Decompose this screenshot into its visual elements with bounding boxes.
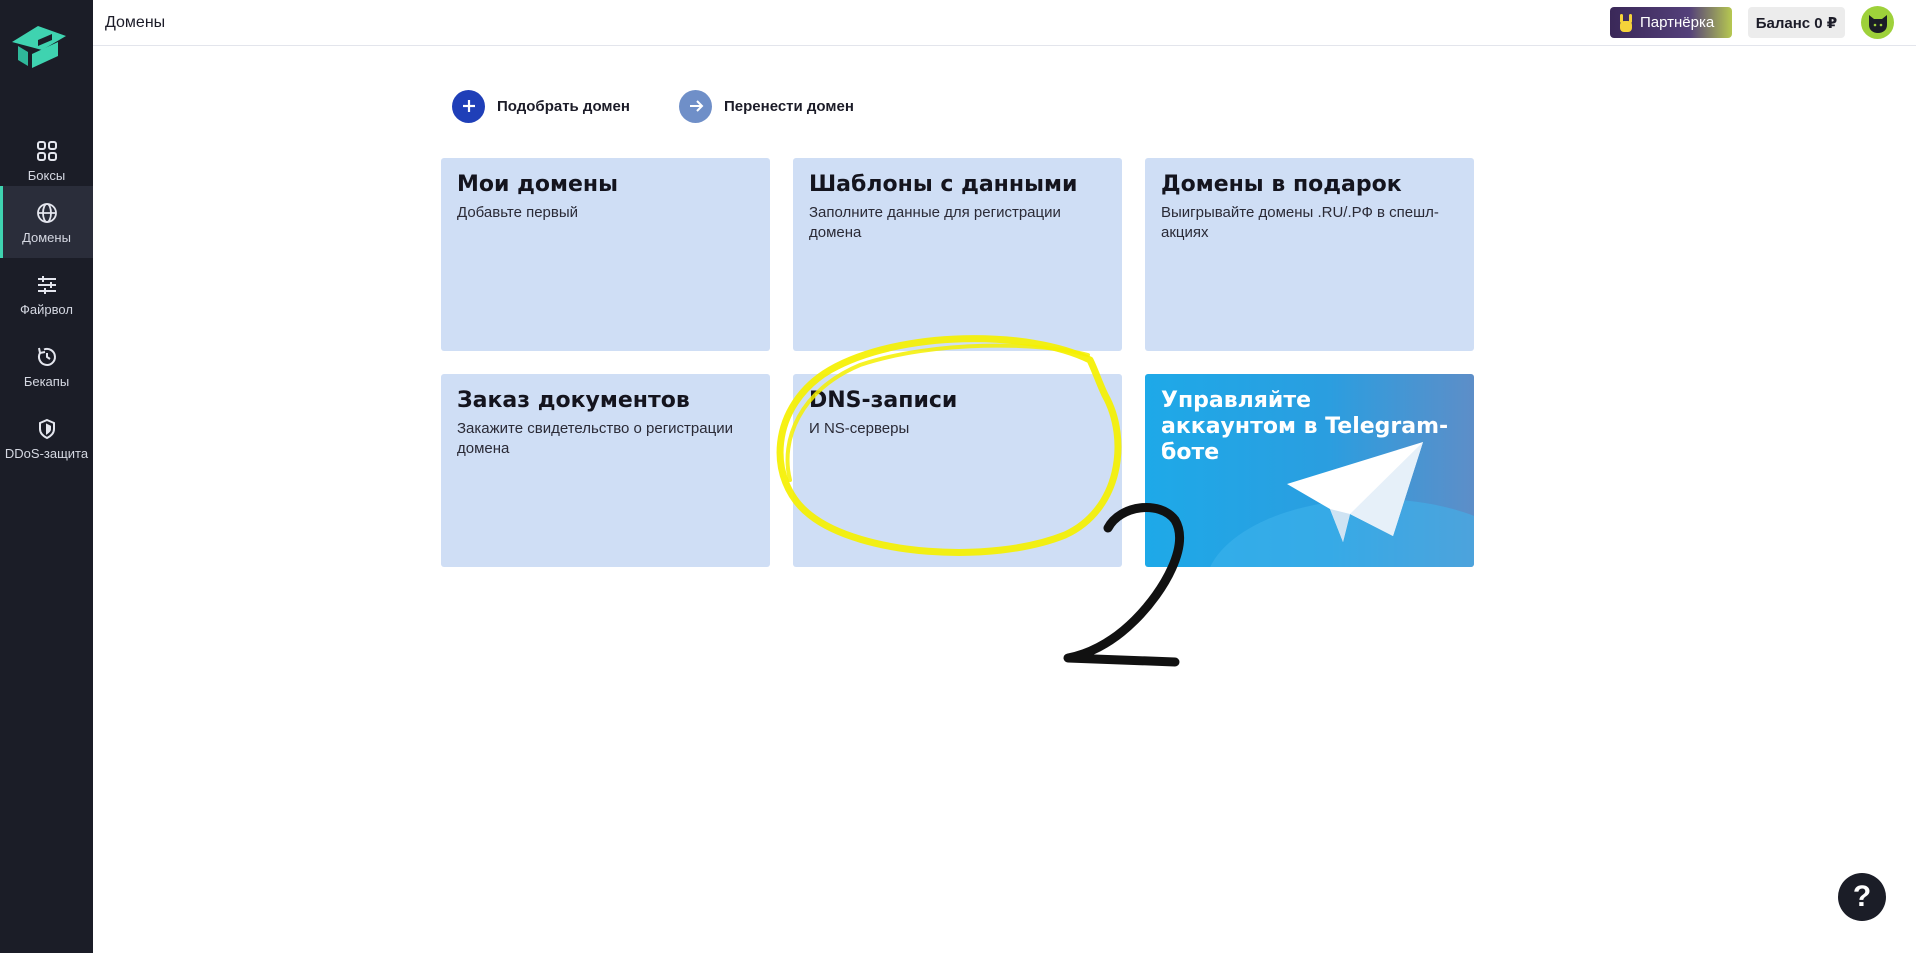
cat-avatar-icon bbox=[1868, 14, 1887, 33]
sidebar: Боксы Домены Файрвол Бекапы DDoS-защита bbox=[0, 0, 93, 953]
partner-button[interactable]: Партнёрка bbox=[1610, 7, 1732, 38]
card-title: Заказ документов bbox=[457, 388, 690, 413]
globe-icon bbox=[36, 203, 57, 223]
grid-icon bbox=[36, 141, 57, 161]
partner-label: Партнёрка bbox=[1640, 14, 1715, 31]
card-gift-domains[interactable]: Домены в подарок Выигрывайте домены .RU/… bbox=[1145, 158, 1474, 351]
transfer-domain-label: Перенести домен bbox=[724, 97, 854, 115]
sidebar-item-label: Бекапы bbox=[23, 374, 70, 389]
card-description: Заполните данные для регистрации домена bbox=[809, 204, 1061, 241]
transfer-domain-button[interactable]: Перенести домен bbox=[679, 89, 854, 123]
card-my-domains[interactable]: Мои домены Добавьте первый bbox=[441, 158, 770, 351]
card-telegram-bot[interactable]: Управляйте аккаунтом в Telegram-боте bbox=[1145, 374, 1474, 567]
card-title: Мои домены bbox=[457, 172, 618, 197]
avatar[interactable] bbox=[1861, 6, 1894, 39]
card-description: Добавьте первый bbox=[457, 204, 579, 221]
card-data-templates[interactable]: Шаблоны с данными Заполните данные для р… bbox=[793, 158, 1122, 351]
card-title: DNS-записи bbox=[809, 388, 958, 413]
top-header: Домены Партнёрка Баланс 0 ₽ bbox=[93, 0, 1916, 46]
card-title: Шаблоны с данными bbox=[809, 172, 1078, 197]
balance-button[interactable]: Баланс 0 ₽ bbox=[1748, 7, 1845, 38]
balance-label: Баланс 0 ₽ bbox=[1755, 14, 1838, 32]
sidebar-item-domains[interactable]: Домены bbox=[0, 186, 93, 258]
sidebar-item-label: DDoS-защита bbox=[4, 446, 89, 461]
card-dns-records[interactable]: DNS-записи И NS-серверы bbox=[793, 374, 1122, 567]
card-title: Домены в подарок bbox=[1161, 172, 1402, 197]
card-description: Закажите свидетельство о регистрации дом… bbox=[457, 420, 733, 457]
sidebar-item-ddos[interactable]: DDoS-защита bbox=[0, 402, 93, 474]
card-title: Управляйте аккаунтом в Telegram-боте bbox=[1161, 388, 1449, 465]
shield-icon bbox=[38, 418, 55, 440]
plus-icon bbox=[452, 89, 485, 123]
page-title: Домены bbox=[105, 14, 166, 31]
logo-icon[interactable] bbox=[8, 20, 70, 72]
help-label: ? bbox=[1852, 880, 1872, 913]
pick-domain-label: Подобрать домен bbox=[497, 97, 630, 115]
sidebar-item-backups[interactable]: Бекапы bbox=[0, 330, 93, 402]
help-button[interactable]: ? bbox=[1838, 873, 1886, 921]
card-description: Выигрывайте домены .RU/.РФ в спешл-акция… bbox=[1161, 204, 1439, 241]
sliders-icon bbox=[37, 276, 56, 294]
card-description: И NS-серверы bbox=[809, 420, 910, 437]
sidebar-item-label: Домены bbox=[22, 230, 71, 245]
sidebar-item-firewall[interactable]: Файрвол bbox=[0, 258, 93, 330]
rock-hand-icon bbox=[1620, 13, 1632, 32]
sidebar-item-label: Боксы bbox=[27, 168, 66, 183]
arrow-right-icon bbox=[679, 89, 712, 123]
card-order-documents[interactable]: Заказ документов Закажите свидетельство … bbox=[441, 374, 770, 567]
backup-icon bbox=[37, 347, 56, 366]
sidebar-item-label: Файрвол bbox=[20, 302, 73, 317]
pick-domain-button[interactable]: Подобрать домен bbox=[452, 89, 630, 123]
